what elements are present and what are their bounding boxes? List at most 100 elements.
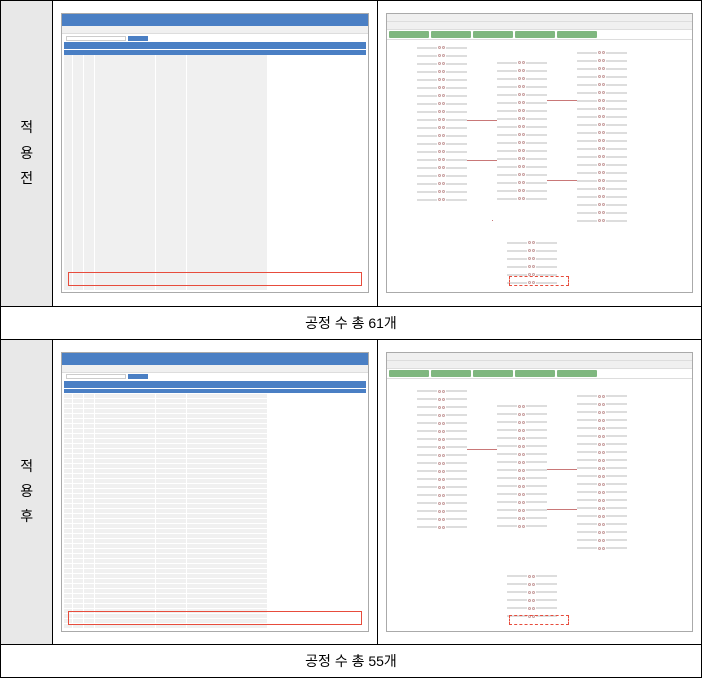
table-row[interactable] [64,449,365,454]
table-row[interactable] [64,80,365,85]
table-row[interactable] [64,509,365,514]
table-row[interactable] [64,514,365,519]
tab[interactable] [515,31,555,38]
table-row[interactable] [64,484,365,489]
table-row[interactable] [64,559,365,564]
table-row[interactable] [64,564,365,569]
table-row[interactable] [64,240,365,245]
table-row[interactable] [64,150,365,155]
table-row[interactable] [64,594,365,599]
table-row[interactable] [64,85,365,90]
table-row[interactable] [64,434,365,439]
table-row[interactable] [64,569,365,574]
table-row[interactable] [64,479,365,484]
table-row[interactable] [64,60,365,65]
table-row[interactable] [64,70,365,75]
table-row[interactable] [64,439,365,444]
search-button[interactable] [128,36,148,41]
table-row[interactable] [64,579,365,584]
table-row[interactable] [64,549,365,554]
table-row[interactable] [64,265,365,270]
table-row[interactable] [64,404,365,409]
table-row[interactable] [64,260,365,265]
table-row[interactable] [64,110,365,115]
table-row[interactable] [64,200,365,205]
tab[interactable] [473,370,513,377]
tab[interactable] [431,31,471,38]
table-row[interactable] [64,599,365,604]
tab[interactable] [515,370,555,377]
table-row[interactable] [64,100,365,105]
table-row[interactable] [64,115,365,120]
table-row[interactable] [64,50,365,55]
table-row[interactable] [64,539,365,544]
table-row[interactable] [64,454,365,459]
tab[interactable] [389,31,429,38]
table-row[interactable] [64,130,365,135]
tab[interactable] [557,31,597,38]
tab[interactable] [557,370,597,377]
table-row[interactable] [64,205,365,210]
table-row[interactable] [64,75,365,80]
table-row[interactable] [64,55,365,60]
table-row[interactable] [64,424,365,429]
table-row[interactable] [64,245,365,250]
table-row[interactable] [64,185,365,190]
table-row[interactable] [64,524,365,529]
table-row[interactable] [64,180,365,185]
table-row[interactable] [64,429,365,434]
search-button[interactable] [128,374,148,379]
table-row[interactable] [64,145,365,150]
table-row[interactable] [64,389,365,394]
table-row[interactable] [64,125,365,130]
table-row[interactable] [64,519,365,524]
table-row[interactable] [64,175,365,180]
table-row[interactable] [64,90,365,95]
table-row[interactable] [64,504,365,509]
table-row[interactable] [64,499,365,504]
table-row[interactable] [64,399,365,404]
table-row[interactable] [64,220,365,225]
table-row[interactable] [64,120,365,125]
table-row[interactable] [64,255,365,260]
search-input[interactable] [66,36,126,41]
table-row[interactable] [64,474,365,479]
tab[interactable] [389,370,429,377]
table-row[interactable] [64,464,365,469]
table-row[interactable] [64,394,365,399]
table-row[interactable] [64,155,365,160]
table-row[interactable] [64,534,365,539]
table-row[interactable] [64,574,365,579]
search-input[interactable] [66,374,126,379]
table-row[interactable] [64,589,365,594]
table-row[interactable] [64,140,365,145]
table-row[interactable] [64,190,365,195]
table-row[interactable] [64,489,365,494]
table-row[interactable] [64,225,365,230]
table-row[interactable] [64,584,365,589]
table-row[interactable] [64,135,365,140]
table-row[interactable] [64,210,365,215]
table-row[interactable] [64,604,365,609]
tab[interactable] [473,31,513,38]
table-row[interactable] [64,544,365,549]
table-row[interactable] [64,529,365,534]
table-row[interactable] [64,160,365,165]
table-row[interactable] [64,170,365,175]
table-row[interactable] [64,469,365,474]
table-row[interactable] [64,235,365,240]
table-row[interactable] [64,459,365,464]
tab[interactable] [431,370,471,377]
table-row[interactable] [64,165,365,170]
table-row[interactable] [64,215,365,220]
table-row[interactable] [64,409,365,414]
table-row[interactable] [64,414,365,419]
table-row[interactable] [64,195,365,200]
table-row[interactable] [64,95,365,100]
table-row[interactable] [64,230,365,235]
table-row[interactable] [64,105,365,110]
table-row[interactable] [64,250,365,255]
table-row[interactable] [64,494,365,499]
table-row[interactable] [64,65,365,70]
table-row[interactable] [64,444,365,449]
